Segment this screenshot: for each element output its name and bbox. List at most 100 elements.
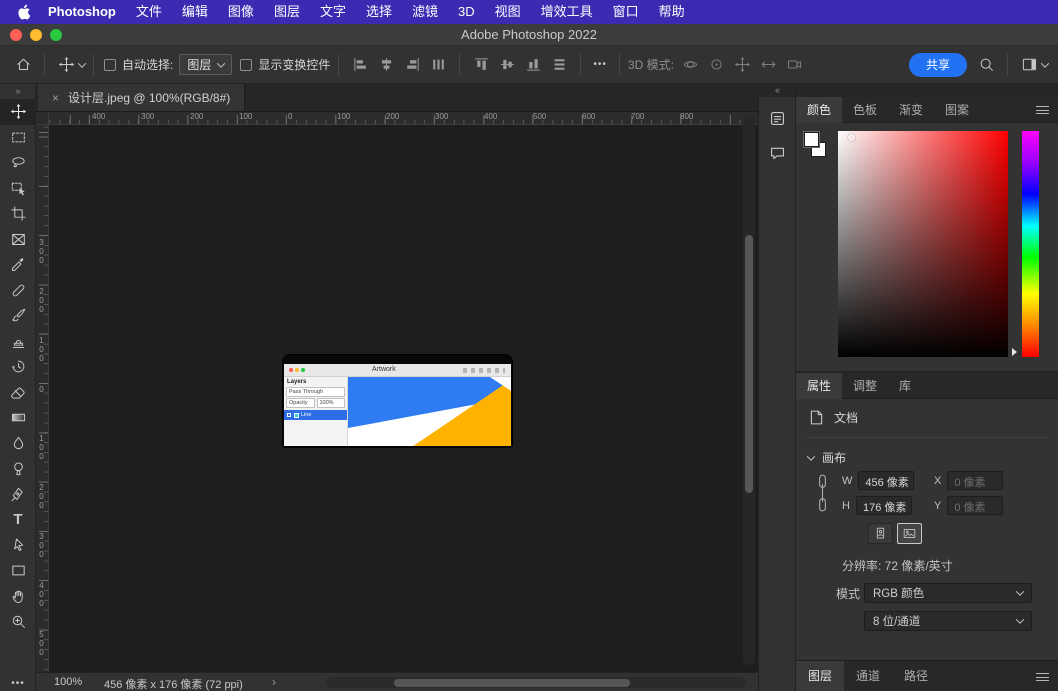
menu-item-window[interactable]: 窗口 (603, 0, 649, 24)
tool-pen[interactable] (0, 482, 36, 508)
distribute-h-button[interactable] (425, 52, 451, 78)
color-mode-dropdown[interactable]: RGB 颜色 (864, 583, 1032, 603)
link-dimensions-icon[interactable] (816, 471, 829, 520)
tool-blur[interactable] (0, 431, 36, 457)
menu-item-help[interactable]: 帮助 (649, 0, 695, 24)
tool-brush[interactable] (0, 303, 36, 329)
menu-item-view[interactable]: 视图 (485, 0, 531, 24)
saturation-brightness-field[interactable] (838, 131, 1008, 357)
tab-properties[interactable]: 属性 (796, 373, 842, 399)
tool-rectangle[interactable] (0, 558, 36, 584)
bit-depth-dropdown[interactable]: 8 位/通道 (864, 611, 1032, 631)
tab-adjustments[interactable]: 调整 (842, 373, 888, 399)
canvas-viewport[interactable]: 400 300 200 100 0 100 200 300 400 500 60… (36, 112, 758, 672)
chevron-down-icon[interactable] (1041, 59, 1049, 67)
home-button[interactable] (10, 52, 36, 78)
tool-move[interactable] (0, 99, 36, 125)
show-transform-checkbox[interactable] (240, 59, 252, 71)
3d-roll-button[interactable] (704, 52, 730, 78)
menu-item-photoshop[interactable]: Photoshop (38, 0, 126, 24)
tab-patterns[interactable]: 图案 (934, 97, 980, 123)
edit-toolbar-icon[interactable]: ••• (0, 678, 36, 689)
menu-item-plugins[interactable]: 增效工具 (531, 0, 603, 24)
tab-color[interactable]: 颜色 (796, 97, 842, 123)
hue-marker-icon[interactable] (1012, 348, 1017, 356)
align-left-button[interactable] (347, 52, 373, 78)
menu-item-file[interactable]: 文件 (126, 0, 172, 24)
tool-lasso[interactable] (0, 150, 36, 176)
zoom-level-field[interactable]: 100% (54, 676, 82, 688)
tool-gradient[interactable] (0, 405, 36, 431)
horizontal-scrollbar-thumb[interactable] (394, 679, 630, 687)
close-tab-icon[interactable]: × (52, 91, 59, 105)
zoom-window-button[interactable] (50, 29, 62, 41)
color-cursor[interactable] (848, 134, 855, 141)
tool-history-brush[interactable] (0, 354, 36, 380)
history-panel-button[interactable] (763, 104, 791, 132)
3d-orbit-button[interactable] (678, 52, 704, 78)
x-field[interactable]: 0 像素 (947, 471, 1003, 490)
tool-frame[interactable] (0, 227, 36, 253)
document-tab[interactable]: × 设计层.jpeg @ 100%(RGB/8#) (38, 84, 245, 111)
width-field[interactable]: 456 像素 (858, 471, 914, 490)
foreground-color-swatch[interactable] (804, 132, 819, 147)
more-align-options-icon[interactable]: ••• (589, 59, 611, 70)
align-bottom-button[interactable] (520, 52, 546, 78)
canvas-section-header[interactable]: 画布 (808, 449, 846, 466)
share-button[interactable]: 共享 (909, 53, 967, 77)
minimize-window-button[interactable] (30, 29, 42, 41)
vertical-scrollbar[interactable] (743, 115, 755, 665)
align-top-button[interactable] (468, 52, 494, 78)
align-right-button[interactable] (399, 52, 425, 78)
tool-eraser[interactable] (0, 380, 36, 406)
horizontal-scrollbar[interactable] (326, 677, 746, 688)
tab-libraries[interactable]: 库 (888, 373, 922, 399)
panel-menu-icon[interactable] (1036, 106, 1049, 114)
menu-item-type[interactable]: 文字 (310, 0, 356, 24)
tool-preset-move[interactable] (53, 52, 79, 78)
tool-spot-healing[interactable] (0, 278, 36, 304)
menu-item-edit[interactable]: 编辑 (172, 0, 218, 24)
apple-menu[interactable] (8, 4, 38, 20)
tool-clone-stamp[interactable] (0, 329, 36, 355)
tab-gradients[interactable]: 渐变 (888, 97, 934, 123)
tab-channels[interactable]: 通道 (844, 661, 892, 691)
vertical-scrollbar-thumb[interactable] (745, 235, 753, 493)
tool-object-selection[interactable] (0, 176, 36, 202)
tab-layers[interactable]: 图层 (796, 661, 844, 691)
chevron-down-icon[interactable] (78, 59, 86, 67)
tab-paths[interactable]: 路径 (892, 661, 940, 691)
tool-hand[interactable] (0, 584, 36, 610)
workspace-switcher[interactable] (1016, 52, 1042, 78)
tool-crop[interactable] (0, 201, 36, 227)
panel-menu-icon[interactable] (1036, 673, 1049, 681)
auto-select-target-dropdown[interactable]: 图层 (179, 54, 232, 75)
tool-rectangular-marquee[interactable] (0, 125, 36, 151)
3d-slide-button[interactable] (756, 52, 782, 78)
portrait-orientation-button[interactable] (868, 523, 893, 544)
tab-swatches[interactable]: 色板 (842, 97, 888, 123)
align-center-h-button[interactable] (373, 52, 399, 78)
distribute-v-button[interactable] (546, 52, 572, 78)
status-chevron-icon[interactable]: › (272, 675, 276, 689)
3d-dolly-button[interactable] (782, 52, 808, 78)
tool-dodge[interactable] (0, 456, 36, 482)
search-button[interactable] (973, 52, 999, 78)
menu-item-image[interactable]: 图像 (218, 0, 264, 24)
auto-select-checkbox[interactable] (104, 59, 116, 71)
align-middle-button[interactable] (494, 52, 520, 78)
close-window-button[interactable] (10, 29, 22, 41)
tool-path-selection[interactable] (0, 533, 36, 559)
hue-slider[interactable] (1022, 131, 1039, 357)
3d-pan-button[interactable] (730, 52, 756, 78)
menu-item-filter[interactable]: 滤镜 (402, 0, 448, 24)
tool-type[interactable]: T (0, 507, 36, 533)
height-field[interactable]: 176 像素 (856, 496, 912, 515)
menu-item-layer[interactable]: 图层 (264, 0, 310, 24)
y-field[interactable]: 0 像素 (947, 496, 1003, 515)
tool-zoom[interactable] (0, 609, 36, 635)
toolbar-collapse-icon[interactable]: ›› (0, 84, 35, 99)
landscape-orientation-button[interactable] (897, 523, 922, 544)
menu-item-3d[interactable]: 3D (448, 0, 485, 24)
expand-panels-icon[interactable]: ‹‹ (759, 84, 795, 97)
